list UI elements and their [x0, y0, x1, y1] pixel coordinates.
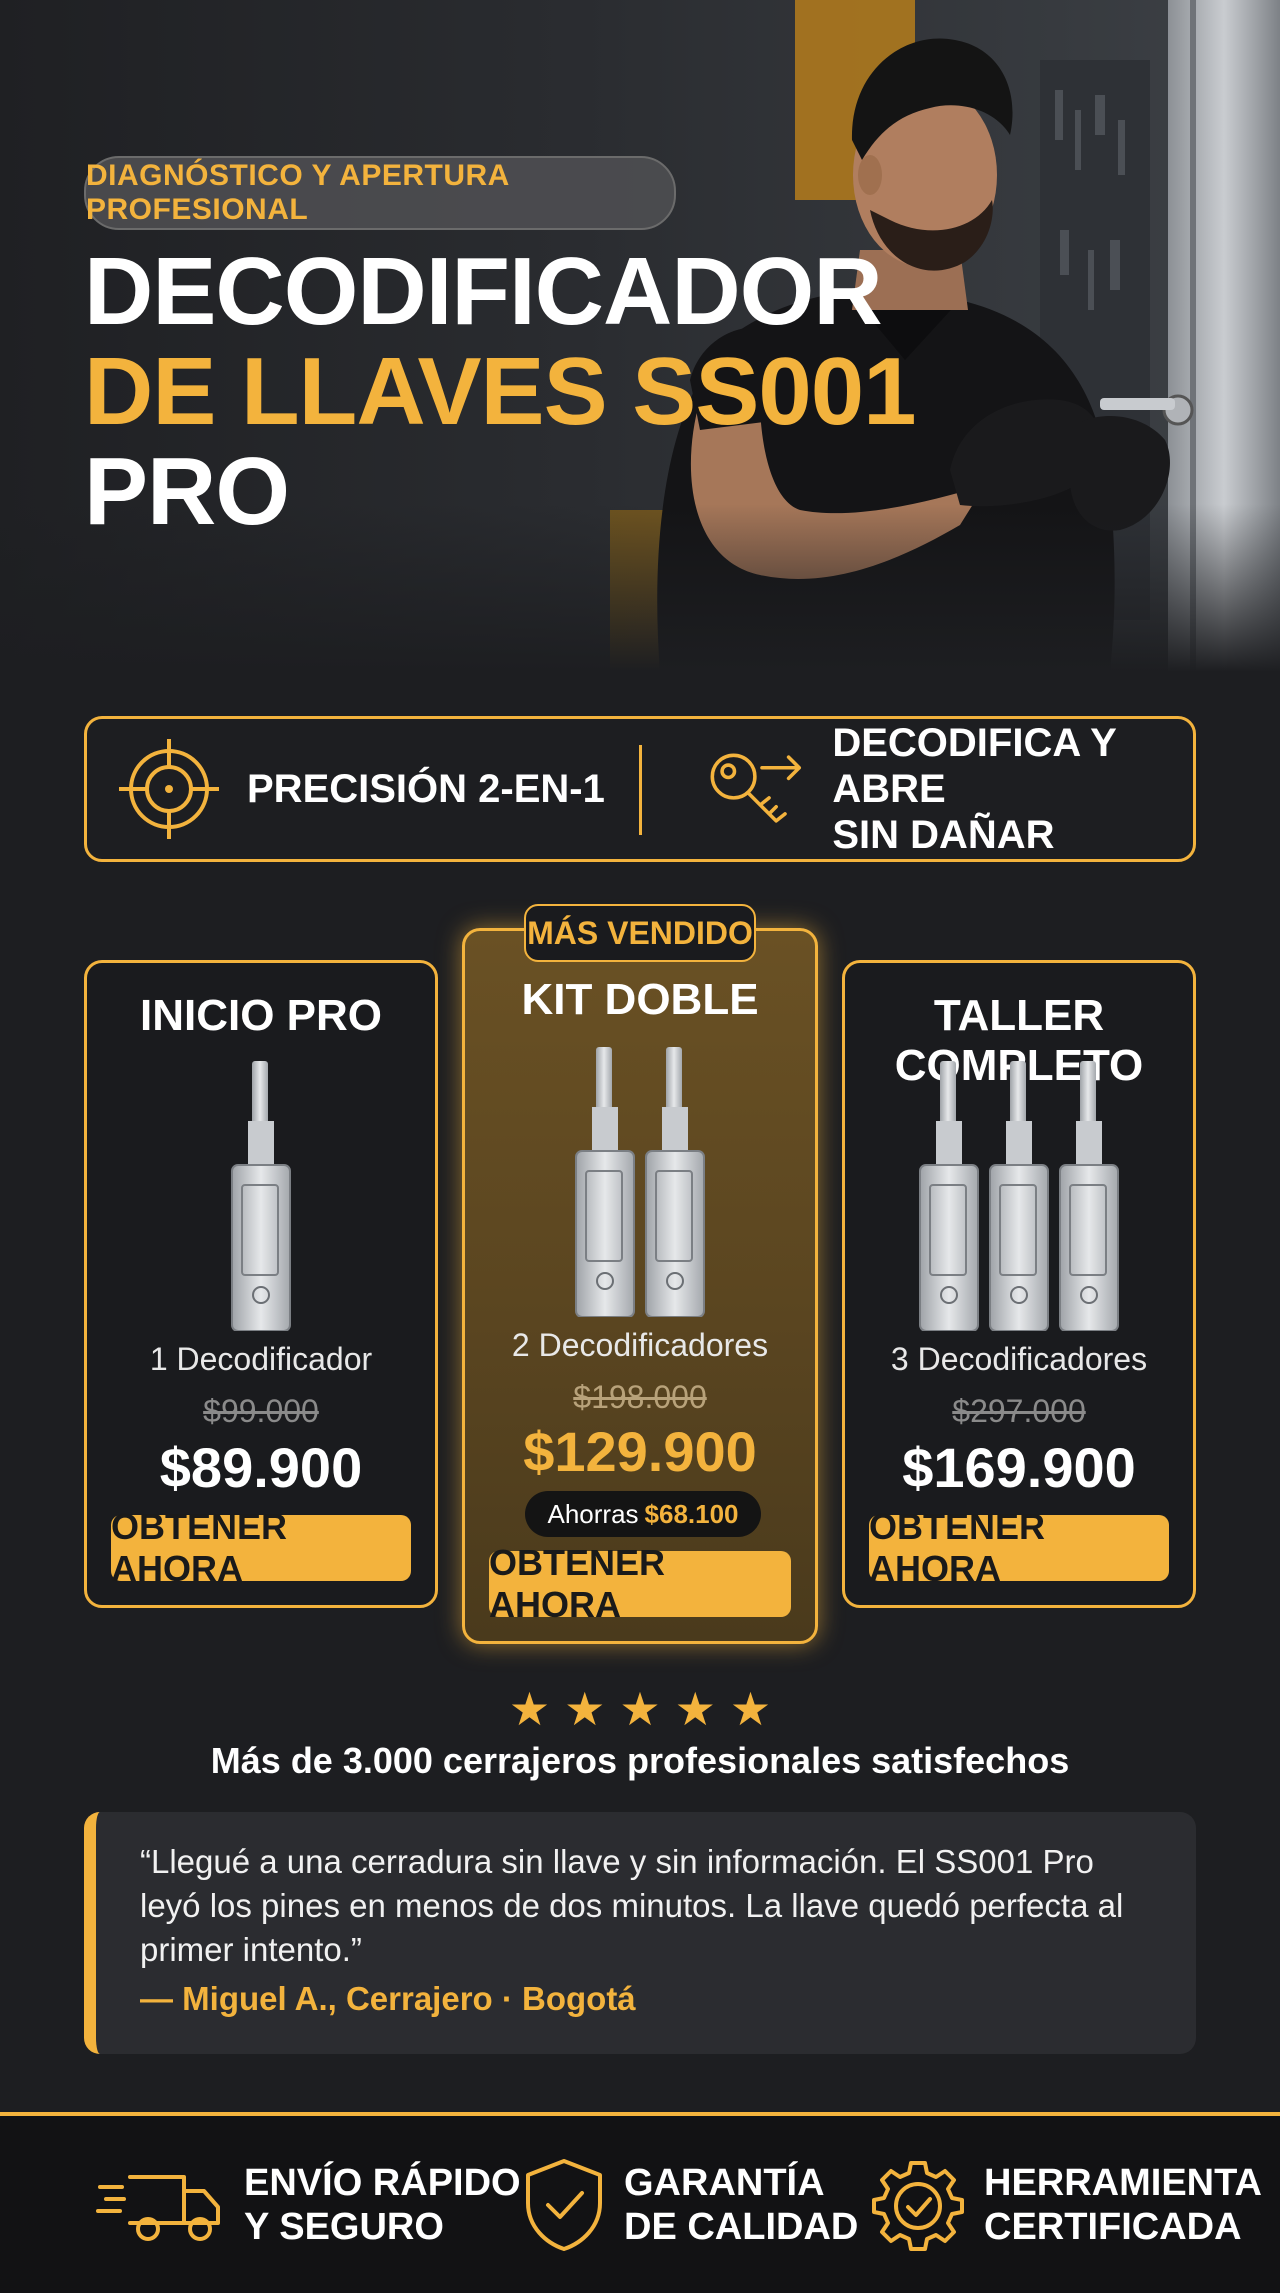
feature-no-damage-line-1: DECODIFICA Y ABRE: [832, 721, 1117, 811]
key-decoder-image: [575, 1047, 635, 1317]
footer-guarantee-line-2: DE CALIDAD: [624, 2205, 859, 2248]
plan-card-kit-doble: KIT DOBLE 2 Decodificadores $198.000 $12…: [462, 928, 818, 1644]
plan-quantity: 2 Decodificadores: [511, 1327, 769, 1363]
gear-check-icon: [872, 2160, 964, 2251]
footer-shipping-line-1: ENVÍO RÁPIDO: [244, 2161, 521, 2204]
plan-old-price: $99.000: [203, 1393, 319, 1429]
feature-precision: PRECISIÓN 2-EN-1: [117, 719, 605, 859]
testimonial-author: — Miguel A., Cerrajero · Bogotá: [140, 1980, 636, 2017]
buy-button-taller-completo[interactable]: OBTENER AHORA: [869, 1506, 1169, 1589]
testimonial-card: “Llegué a una cerradura sin llave y sin …: [84, 1812, 1196, 2054]
plan-price: $129.900: [523, 1420, 757, 1483]
footer-guarantee-line-1: GARANTÍA: [624, 2161, 825, 2204]
crosshair-icon: [119, 739, 219, 839]
footer-certified-line-1: HERRAMIENTA: [984, 2161, 1262, 2204]
key-decoder-image: [919, 1061, 979, 1331]
star-icon: ★: [729, 1683, 772, 1735]
savings-label: Ahorras: [547, 1498, 639, 1529]
key-decoder-image: [231, 1061, 291, 1331]
footer-shipping-text: ENVÍO RÁPIDO Y SEGURO: [244, 2161, 521, 2249]
savings-badge: Ahorras $68.100: [525, 1491, 761, 1537]
footer-certified-line-2: CERTIFICADA: [984, 2205, 1242, 2248]
star-icon: ★: [508, 1683, 551, 1735]
feature-precision-label: PRECISIÓN 2-EN-1: [247, 767, 605, 811]
feature-no-damage-line-2: SIN DAÑAR: [832, 813, 1055, 857]
plan-quantity: 3 Decodificadores: [890, 1341, 1148, 1377]
features-bar: PRECISIÓN 2-EN-1 DECODIFICA Y ABRE SIN D…: [84, 716, 1196, 862]
savings-value: $68.100: [644, 1498, 739, 1529]
plan-price: $169.900: [902, 1436, 1136, 1499]
plan-price: $89.900: [159, 1436, 363, 1499]
feature-divider: [639, 745, 642, 835]
key-decoder-image: [989, 1061, 1049, 1331]
satisfied-customers-text: Más de 3.000 cerrajeros profesionales sa…: [210, 1740, 1070, 1781]
star-icon: ★: [674, 1683, 716, 1735]
trust-footer: ENVÍO RÁPIDO Y SEGURO GARANTÍA DE CALIDA…: [0, 2112, 1280, 2293]
footer-certified-text: HERRAMIENTA CERTIFICADA: [984, 2161, 1262, 2249]
testimonial-quote: “Llegué a una cerradura sin llave y sin …: [140, 1843, 1124, 1968]
star-icon: ★: [619, 1683, 661, 1735]
plan-old-price: $297.000: [952, 1393, 1086, 1429]
plan-old-price: $198.000: [573, 1379, 707, 1415]
footer-shipping-line-2: Y SEGURO: [244, 2205, 444, 2248]
rating-stars: ★ ★ ★ ★ ★: [0, 1684, 1280, 1734]
footer-item-certified: HERRAMIENTA CERTIFICADA: [870, 2116, 1262, 2293]
product-images: [845, 1061, 1193, 1331]
key-decoder-image: [645, 1047, 705, 1317]
key-decoder-image: [1059, 1061, 1119, 1331]
buy-button-kit-doble[interactable]: OBTENER AHORA: [489, 1542, 791, 1625]
feature-no-damage: DECODIFICA Y ABRE SIN DAÑAR: [707, 719, 1193, 859]
product-images: [465, 1047, 815, 1317]
title-line-3: PRO: [84, 438, 290, 545]
plan-name: KIT DOBLE: [521, 975, 759, 1024]
title-line-2: DE LLAVES SS001: [84, 338, 917, 445]
feature-no-damage-label: DECODIFICA Y ABRE SIN DAÑAR: [832, 720, 1193, 858]
footer-item-shipping: ENVÍO RÁPIDO Y SEGURO: [96, 2116, 521, 2293]
product-title: DECODIFICADOR DE LLAVES SS001 PRO: [84, 238, 917, 545]
delivery-truck-icon: [96, 2174, 220, 2241]
category-badge: DIAGNÓSTICO Y APERTURA PROFESIONAL: [84, 156, 676, 230]
key-arrow-icon: [710, 753, 802, 823]
plan-quantity: 1 Decodificador: [149, 1341, 373, 1377]
shield-check-icon: [526, 2158, 602, 2251]
buy-button-inicio-pro[interactable]: OBTENER AHORA: [111, 1506, 411, 1589]
hero-section: DIAGNÓSTICO Y APERTURA PROFESIONAL DECOD…: [0, 0, 1280, 672]
plan-card-taller-completo: TALLER COMPLETO 3 Decodificadores $297.0…: [842, 960, 1196, 1608]
title-line-1: DECODIFICADOR: [84, 238, 883, 345]
product-images: [87, 1061, 435, 1331]
plan-card-inicio-pro: INICIO PRO 1 Decodificador $99.000 $89.9…: [84, 960, 438, 1608]
star-icon: ★: [564, 1683, 606, 1735]
best-seller-tag: MÁS VENDIDO: [524, 904, 756, 962]
footer-guarantee-text: GARANTÍA DE CALIDAD: [624, 2161, 858, 2249]
footer-item-guarantee: GARANTÍA DE CALIDAD: [522, 2116, 858, 2293]
plan-name: INICIO PRO: [139, 991, 383, 1040]
